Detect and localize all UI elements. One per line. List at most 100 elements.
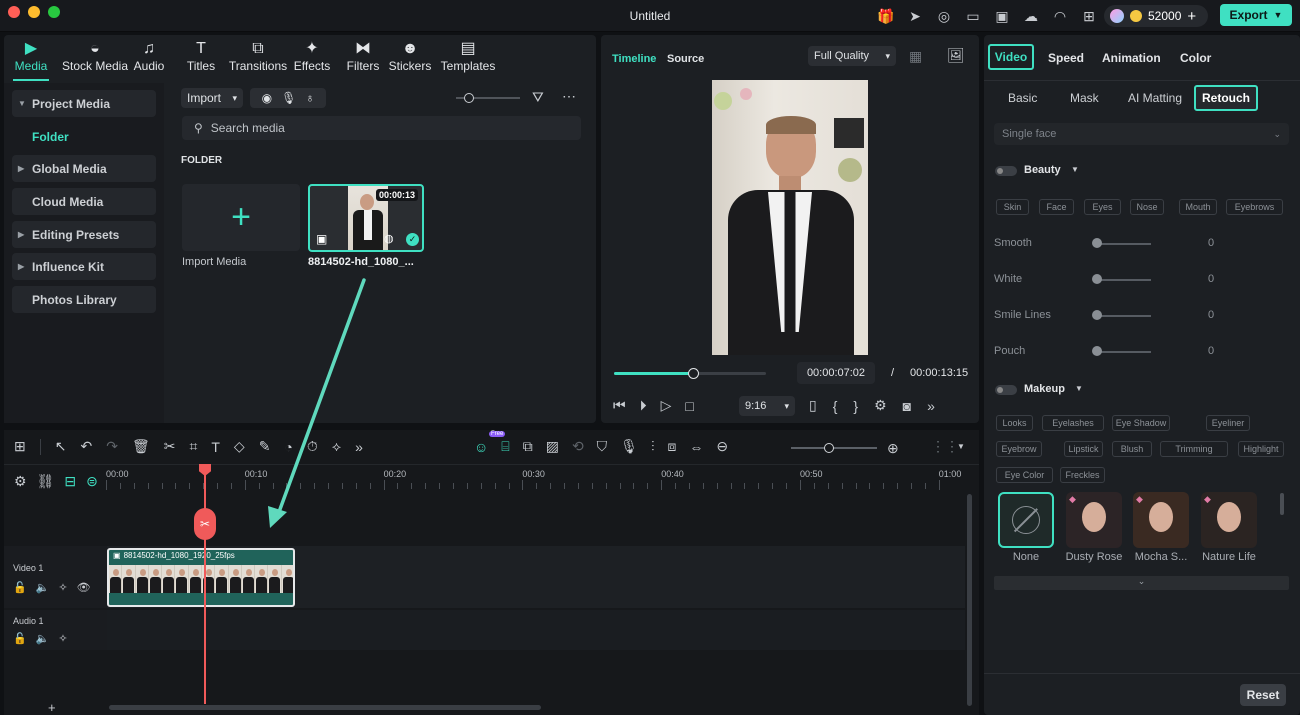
play-icon[interactable]: ▷ [661, 397, 672, 414]
import-dropdown[interactable]: Import ▾ [181, 88, 243, 108]
tab-stock-media[interactable]: ◒ Stock Media [58, 35, 132, 77]
cloud-icon[interactable]: ☁ [1022, 7, 1040, 25]
media-clip-tile[interactable]: 00:00:13 ▣ ◍ ✓ [308, 184, 424, 252]
headset-icon[interactable]: ◠ [1051, 7, 1069, 25]
grid-view-icon[interactable]: ▦ [909, 48, 922, 65]
beauty-chip-mouth[interactable]: Mouth [1179, 199, 1217, 215]
look-none[interactable] [998, 492, 1054, 548]
look-item[interactable]: ◆ [1201, 492, 1257, 548]
magic-icon[interactable]: ✧ [58, 581, 67, 594]
zoom-slider[interactable] [791, 443, 877, 453]
timer-icon[interactable]: ⏱ [307, 438, 318, 455]
monitor-icon[interactable]: ▭ [964, 7, 982, 25]
microphone-icon[interactable]: 🎙 [281, 91, 296, 105]
beauty-chip-face[interactable]: Face [1039, 199, 1074, 215]
settings-icon[interactable]: ⚙ [14, 473, 27, 490]
mark-out-icon[interactable]: } [853, 398, 858, 414]
grid-icon[interactable]: ⊞ [1080, 7, 1098, 25]
sidebar-item-photos-library[interactable]: Photos Library [12, 286, 156, 313]
look-item[interactable]: ◆ [1133, 492, 1189, 548]
tab-color[interactable]: Color [1180, 51, 1211, 65]
slider-track[interactable] [1097, 243, 1151, 245]
color-icon[interactable]: ✎ [259, 438, 271, 455]
progress-knob[interactable] [688, 368, 700, 379]
slider-track[interactable] [1097, 351, 1151, 353]
add-track-button[interactable]: + [48, 700, 56, 715]
tab-audio[interactable]: ♫ Audio [132, 35, 166, 77]
tab-filters[interactable]: ⧓ Filters [344, 35, 382, 77]
fit-icon[interactable]: ⇔ [689, 439, 703, 455]
subtab-mask[interactable]: Mask [1070, 91, 1099, 105]
makeup-chip-eyebrow[interactable]: Eyebrow [996, 441, 1042, 457]
mark-in-icon[interactable]: { [833, 398, 838, 414]
caret-down-icon[interactable]: ▼ [957, 442, 965, 451]
looks-scrollbar[interactable] [1280, 493, 1284, 515]
beauty-toggle[interactable] [995, 166, 1017, 176]
tab-video[interactable]: Video [988, 44, 1034, 70]
image-edit-icon[interactable]: ▨ [546, 438, 559, 455]
sidebar-item-global-media[interactable]: ▶ Global Media [12, 155, 156, 182]
save-icon[interactable]: ▣ [993, 7, 1011, 25]
makeup-chip-freckles[interactable]: Freckles [1060, 467, 1105, 483]
sidebar-item-project-media[interactable]: ▼ Project Media [12, 90, 156, 117]
makeup-chip-eye-shadow[interactable]: Eye Shadow [1112, 415, 1170, 431]
tab-templates[interactable]: ▤ Templates [438, 35, 498, 77]
slider-knob[interactable] [1092, 346, 1102, 356]
reset-button[interactable]: Reset [1240, 684, 1286, 706]
slider-track[interactable] [1097, 315, 1151, 317]
makeup-chip-highlight[interactable]: Highlight [1238, 441, 1284, 457]
import-media-tile[interactable]: + [182, 184, 300, 251]
filter-icon[interactable]: ⛛ [532, 89, 544, 106]
makeup-chip-eyelashes[interactable]: Eyelashes [1042, 415, 1104, 431]
speaker-icon[interactable]: 🔈 [36, 632, 50, 645]
vertical-scrollbar[interactable] [967, 494, 972, 706]
slider-track[interactable] [1097, 279, 1151, 281]
tab-animation[interactable]: Animation [1102, 51, 1161, 65]
slider-knob[interactable] [1092, 310, 1102, 320]
face-mode-dropdown[interactable]: Single face ⌄ [994, 123, 1289, 145]
aspect-ratio-dropdown[interactable]: 9:16 ▾ [739, 396, 795, 416]
text-icon[interactable]: T [211, 439, 220, 455]
ai-copilot-icon[interactable]: ☺ [474, 439, 488, 455]
caret-down-icon[interactable]: ▼ [1071, 165, 1079, 174]
export-button[interactable]: Export ▼ [1220, 4, 1292, 26]
makeup-chip-looks[interactable]: Looks [996, 415, 1033, 431]
speed-icon[interactable]: ◔ [284, 439, 292, 455]
lock-icon[interactable]: 🔓 [13, 581, 27, 594]
subtab-basic[interactable]: Basic [1008, 91, 1037, 105]
eye-icon[interactable]: 👁 [77, 581, 91, 594]
layout-icon[interactable]: ⊞ [14, 438, 26, 455]
split-at-playhead-icon[interactable]: ✂ [194, 508, 216, 540]
drag-handle-icon[interactable]: ⋮⋮ [931, 438, 959, 455]
send-icon[interactable]: ➤ [906, 7, 924, 25]
playback-progress-bar[interactable] [614, 368, 766, 379]
more-tools-icon[interactable]: » [355, 439, 363, 455]
crop-icon[interactable]: ⌗ [189, 438, 197, 455]
look-item[interactable]: ◆ [1066, 492, 1122, 548]
keyframe-icon[interactable]: ⟡ [332, 438, 341, 455]
slider-knob[interactable] [1092, 238, 1102, 248]
search-input[interactable]: ⚲ Search media [182, 116, 581, 140]
sidebar-item-cloud-media[interactable]: Cloud Media [12, 188, 156, 215]
microphone-icon[interactable]: 🎙 [620, 438, 638, 455]
play-frame-icon[interactable]: ⏵ [640, 397, 647, 414]
makeup-toggle[interactable] [995, 385, 1017, 395]
record-screen-icon[interactable]: ◉ [262, 91, 272, 105]
stop-icon[interactable]: □ [685, 398, 693, 414]
quality-dropdown[interactable]: Full Quality ▾ [808, 46, 896, 66]
snapshot-icon[interactable]: ◙ [903, 398, 911, 414]
tab-source[interactable]: Source [667, 53, 704, 65]
auto-sync-icon[interactable]: ⟲ [572, 438, 584, 455]
tab-stickers[interactable]: ☻ Stickers [389, 35, 432, 77]
credits-badge[interactable]: 52000 + [1104, 5, 1208, 27]
snap-icon[interactable]: ⌸ [501, 438, 509, 455]
render-icon[interactable]: ▯ [809, 397, 817, 414]
mixer-icon[interactable]: ⫶ [651, 438, 655, 455]
makeup-chip-trimming[interactable]: Trimming [1160, 441, 1228, 457]
horizontal-scrollbar[interactable] [109, 705, 541, 710]
timeline-ruler[interactable]: 00:00 00:10 00:20 00:30 00:40 00:50 01:00 [106, 464, 968, 490]
link-icon[interactable]: ⊟ [64, 473, 76, 490]
image-icon[interactable]: 🖼 [947, 47, 965, 64]
more-icon[interactable]: ⋯ [562, 88, 576, 105]
makeup-chip-eyeliner[interactable]: Eyeliner [1206, 415, 1250, 431]
